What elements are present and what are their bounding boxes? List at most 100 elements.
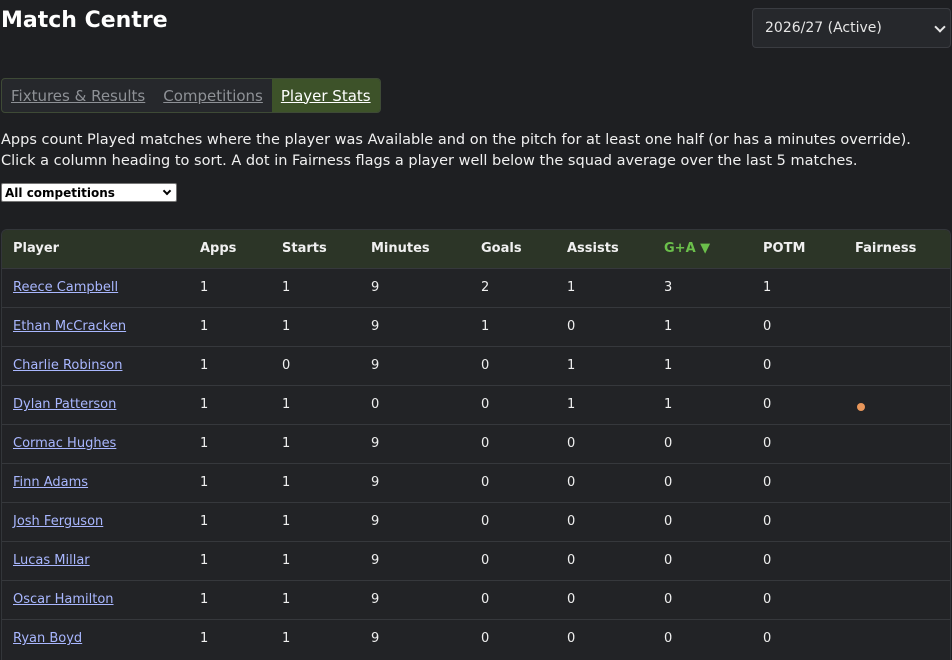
- goals-cell: 0: [481, 436, 490, 451]
- apps-cell: 1: [200, 280, 209, 295]
- table-row: Oscar Hamilton 1 1 9 0 0 0 0: [2, 580, 950, 619]
- fairness-cell: [844, 385, 950, 424]
- goals-cell: 0: [481, 397, 490, 412]
- ga-cell: 0: [664, 631, 673, 647]
- minutes-cell: 9: [371, 592, 380, 607]
- fairness-cell: [844, 619, 950, 658]
- ga-cell: 0: [664, 514, 673, 529]
- minutes-cell: 9: [371, 475, 380, 490]
- starts-cell: 1: [282, 436, 291, 451]
- minutes-cell: 9: [371, 631, 380, 647]
- player-link[interactable]: Ethan McCracken: [13, 319, 126, 334]
- column-header-ga[interactable]: G+A ▼: [653, 230, 752, 268]
- apps-cell: 1: [200, 514, 209, 529]
- goals-cell: 0: [481, 631, 490, 647]
- player-cell: Oscar Hamilton: [2, 580, 189, 619]
- player-cell: Cormac Hughes: [2, 424, 189, 463]
- starts-cell: 1: [282, 475, 291, 490]
- player-link[interactable]: Ryan Boyd: [13, 631, 82, 646]
- column-header-assists[interactable]: Assists: [556, 230, 653, 268]
- player-cell: Charlie Robinson: [2, 346, 189, 385]
- potm-cell: 0: [763, 514, 772, 529]
- player-link[interactable]: Reece Campbell: [13, 280, 118, 295]
- assists-cell: 1: [567, 397, 576, 412]
- competition-filter-select[interactable]: All competitions: [1, 183, 177, 202]
- goals-cell: 0: [481, 553, 490, 568]
- season-select-value: 2026/27 (Active): [765, 20, 882, 36]
- apps-cell: 1: [200, 553, 209, 568]
- assists-cell: 1: [567, 358, 576, 373]
- fairness-flag-dot-icon: [857, 402, 865, 411]
- goals-cell: 0: [481, 475, 490, 490]
- player-stats-table: Player Apps Starts Minutes Goals Assists…: [1, 229, 951, 660]
- ga-cell: 0: [664, 592, 673, 607]
- table-row: Cormac Hughes 1 1 9 0 0 0 0: [2, 424, 950, 463]
- player-cell: Ryan Boyd: [2, 619, 189, 658]
- player-link[interactable]: Oscar Hamilton: [13, 592, 114, 607]
- starts-cell: 1: [282, 280, 291, 295]
- apps-cell: 1: [200, 397, 209, 412]
- table-row: Charlie Robinson 1 0 9 0 1 1 0: [2, 346, 950, 385]
- fairness-cell: [844, 307, 950, 346]
- potm-cell: 0: [763, 475, 772, 490]
- minutes-cell: 0: [371, 397, 380, 412]
- column-header-starts[interactable]: Starts: [271, 230, 360, 268]
- table-row: Ethan McCracken 1 1 9 1 0 1 0: [2, 307, 950, 346]
- ga-cell: 1: [664, 397, 673, 412]
- tab-player-stats[interactable]: Player Stats: [271, 79, 380, 112]
- ga-cell: 3: [664, 280, 673, 295]
- player-cell: Reece Campbell: [2, 268, 189, 307]
- table-row: Lucas Millar 1 1 9 0 0 0 0: [2, 541, 950, 580]
- potm-cell: 0: [763, 631, 772, 647]
- fairness-cell: [844, 424, 950, 463]
- starts-cell: 0: [282, 358, 291, 373]
- tab-competitions[interactable]: Competitions: [154, 79, 272, 112]
- apps-cell: 1: [200, 319, 209, 334]
- player-link[interactable]: Cormac Hughes: [13, 436, 116, 451]
- ga-cell: 0: [664, 436, 673, 451]
- player-link[interactable]: Dylan Patterson: [13, 397, 116, 412]
- fairness-cell: [844, 268, 950, 307]
- starts-cell: 1: [282, 592, 291, 607]
- ga-cell: 0: [664, 553, 673, 568]
- column-header-apps[interactable]: Apps: [189, 230, 271, 268]
- potm-cell: 0: [763, 358, 772, 373]
- column-header-potm[interactable]: POTM: [752, 230, 844, 268]
- potm-cell: 0: [763, 319, 772, 334]
- player-link[interactable]: Charlie Robinson: [13, 358, 122, 373]
- chevron-down-icon: [934, 21, 946, 33]
- assists-cell: 0: [567, 436, 576, 451]
- column-header-fairness[interactable]: Fairness: [844, 230, 950, 268]
- tab-fixtures-results[interactable]: Fixtures & Results: [2, 79, 154, 112]
- goals-cell: 2: [481, 280, 490, 295]
- starts-cell: 1: [282, 514, 291, 529]
- goals-cell: 0: [481, 592, 490, 607]
- assists-cell: 0: [567, 475, 576, 490]
- player-link[interactable]: Josh Ferguson: [13, 514, 103, 529]
- fairness-cell: [844, 346, 950, 385]
- potm-cell: 0: [763, 553, 772, 568]
- table-row: Josh Ferguson 1 1 9 0 0 0 0: [2, 502, 950, 541]
- minutes-cell: 9: [371, 514, 380, 529]
- player-link[interactable]: Lucas Millar: [13, 553, 90, 568]
- ga-cell: 0: [664, 475, 673, 490]
- column-header-goals[interactable]: Goals: [470, 230, 556, 268]
- column-header-player[interactable]: Player: [2, 230, 189, 268]
- table-row: Ryan Boyd 1 1 9 0 0 0 0: [2, 619, 950, 658]
- fairness-cell: [844, 541, 950, 580]
- assists-cell: 0: [567, 631, 576, 647]
- stats-description: Apps count Played matches where the play…: [1, 132, 911, 169]
- goals-cell: 0: [481, 358, 490, 373]
- minutes-cell: 9: [371, 280, 380, 295]
- column-header-ga-label: G+A: [664, 241, 696, 257]
- season-select[interactable]: 2026/27 (Active): [752, 8, 951, 48]
- potm-cell: 1: [763, 280, 772, 295]
- table-row: Finn Adams 1 1 9 0 0 0 0: [2, 463, 950, 502]
- potm-cell: 0: [763, 397, 772, 412]
- table-header-row: Player Apps Starts Minutes Goals Assists…: [2, 230, 950, 268]
- assists-cell: 0: [567, 514, 576, 529]
- tab-bar: Fixtures & Results Competitions Player S…: [1, 78, 381, 113]
- player-link[interactable]: Finn Adams: [13, 475, 88, 490]
- minutes-cell: 9: [371, 319, 380, 334]
- column-header-minutes[interactable]: Minutes: [360, 230, 470, 268]
